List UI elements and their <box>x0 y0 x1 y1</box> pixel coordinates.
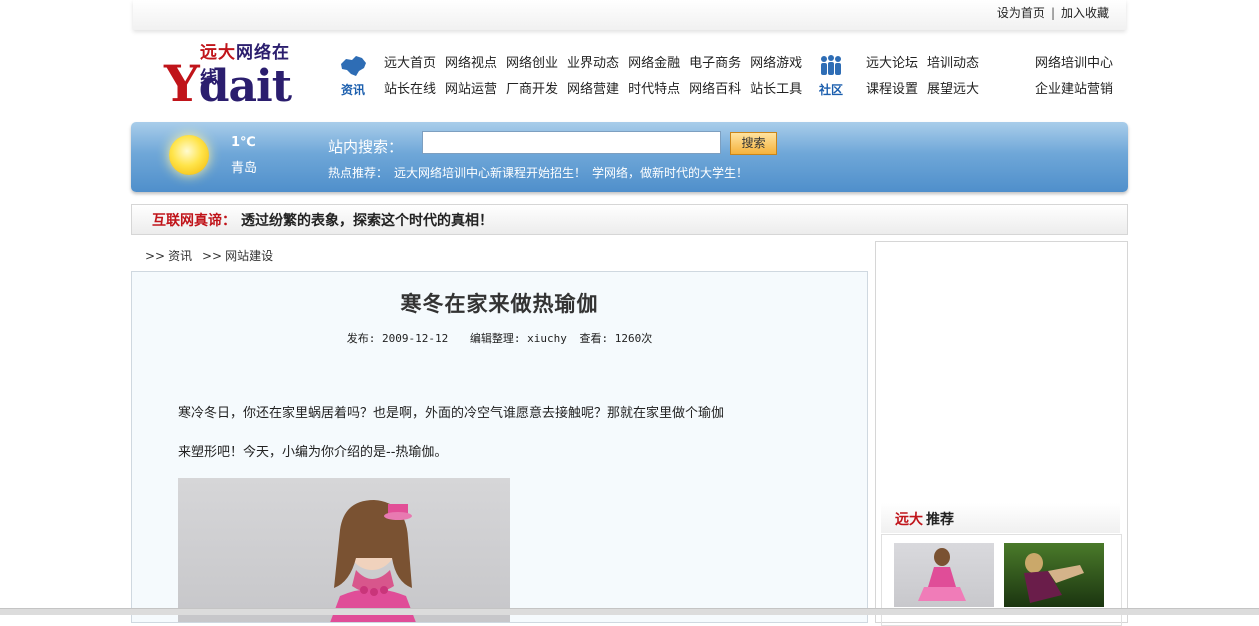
news-nav-link-r2-2[interactable]: 厂商开发 <box>506 78 558 97</box>
community-nav-links: 远大论坛 培训动态 课程设置 展望远大 <box>866 52 988 104</box>
top-bar: 设为首页 | 加入收藏 <box>133 0 1126 30</box>
site-logo[interactable]: 远大网络在线 Ydait <box>164 38 304 113</box>
news-nav-link-r2-1[interactable]: 网站运营 <box>445 78 497 97</box>
news-nav-label: 资讯 <box>340 83 365 97</box>
set-home-link[interactable]: 设为首页 <box>997 6 1045 20</box>
news-nav-link-r1-6[interactable]: 网络游戏 <box>750 52 802 71</box>
training-center-link[interactable]: 网络培训中心 <box>1035 52 1113 78</box>
hot-label: 热点推荐： <box>328 166 389 180</box>
news-nav-link-r1-1[interactable]: 网络视点 <box>445 52 497 71</box>
article-panel: 寒冬在家来做热瑜伽 发布: 2009-12-12 编辑整理: xiuchy 查看… <box>131 271 868 623</box>
sunny-weather-icon <box>169 135 209 175</box>
green-background-thumb-image <box>1024 553 1084 603</box>
recommend-heading-label: 推荐 <box>926 512 954 528</box>
search-label: 站内搜索： <box>328 138 404 156</box>
people-group-icon <box>821 55 841 75</box>
yoga-woman-image <box>330 500 416 622</box>
community-nav-link-r1-0[interactable]: 远大论坛 <box>866 52 918 71</box>
community-nav-icon[interactable]: 社区 <box>811 54 851 98</box>
news-nav-link-r2-6[interactable]: 站长工具 <box>750 78 802 97</box>
breadcrumb-item-website[interactable]: 网站建设 <box>225 249 273 263</box>
article-editor: 编辑整理: xiuchy <box>469 332 567 345</box>
slogan-lead: 互联网真谛： <box>152 213 236 229</box>
breadcrumb-arrow: >> <box>145 249 166 263</box>
news-nav-link-r1-4[interactable]: 网络金融 <box>628 52 680 71</box>
recommend-thumb-2[interactable] <box>1004 543 1104 607</box>
community-nav-link-r2-0[interactable]: 课程设置 <box>866 78 918 97</box>
top-links-separator: | <box>1050 6 1055 20</box>
news-nav-icon[interactable]: 资讯 <box>333 54 373 98</box>
article-paragraph-2: 来塑形吧！今天，小编为你介绍的是--热瑜伽。 <box>178 445 448 460</box>
weather-city: 青岛 <box>231 161 258 176</box>
article-views: 查看: 1260次 <box>579 332 653 345</box>
news-nav-links: 远大首页 网络视点 网络创业 业界动态 网络金融 电子商务 网络游戏 站长在线 网站运营 厂商开… <box>384 52 811 104</box>
page: 设为首页 | 加入收藏 远大网络在线 Ydait 资讯 远大首页 网络视点 网络创业 业界… <box>131 0 1128 626</box>
breadcrumb-arrow: >> <box>201 249 223 263</box>
bookmark-link[interactable]: 加入收藏 <box>1061 6 1109 20</box>
news-nav-row-1: 远大首页 网络视点 网络创业 业界动态 网络金融 电子商务 网络游戏 <box>384 52 811 78</box>
community-nav-link-r1-1[interactable]: 培训动态 <box>927 52 979 71</box>
article-published: 发布: 2009-12-12 <box>346 332 449 345</box>
news-nav-link-r1-0[interactable]: 远大首页 <box>384 52 436 71</box>
hot-recommendations: 热点推荐： 远大网络培训中心新课程开始招生！ 学网络，做新时代的大学生！ <box>328 164 754 181</box>
article-paragraph-1: 寒冷冬日，你还在家里蜗居着吗？也是啊，外面的冷空气谁愿意去接触呢？那就在家里做个… <box>178 406 725 421</box>
breadcrumb: >> 资讯 >> 网站建设 <box>145 247 273 264</box>
community-nav-label: 社区 <box>818 83 843 97</box>
hot-link-1[interactable]: 远大网络培训中心新课程开始招生！ <box>394 166 586 180</box>
search-weather-band: 1℃ 青岛 站内搜索： 搜索 热点推荐： 远大网络培训中心新课程开始招生！ 学网络，… <box>131 122 1128 192</box>
weather-temperature: 1℃ <box>231 135 256 150</box>
site-search-input[interactable] <box>422 131 721 154</box>
pink-dress-thumb-image <box>918 548 966 601</box>
top-links: 设为首页 | 加入收藏 <box>997 4 1109 21</box>
recommend-thumb-1[interactable] <box>894 543 994 607</box>
community-nav-link-r2-1[interactable]: 展望远大 <box>927 78 979 97</box>
community-nav-row-1: 远大论坛 培训动态 <box>866 52 988 78</box>
article-meta: 发布: 2009-12-12 编辑整理: xiuchy 查看: 1260次 <box>132 330 867 346</box>
search-button[interactable]: 搜索 <box>730 132 777 155</box>
enterprise-marketing-link[interactable]: 企业建站营销 <box>1035 78 1113 104</box>
news-nav-link-r2-4[interactable]: 时代特点 <box>628 78 680 97</box>
recommend-heading-brand: 远大 <box>895 512 923 528</box>
article-photo <box>178 478 510 622</box>
slogan-text: 透过纷繁的表象，探索这个时代的真相！ <box>241 213 493 229</box>
news-nav-link-r1-2[interactable]: 网络创业 <box>506 52 558 71</box>
logo-english-text: Ydait <box>164 54 292 113</box>
logo-en-first: Y <box>164 54 200 113</box>
article-title: 寒冬在家来做热瑜伽 <box>400 291 599 316</box>
news-nav-link-r2-0[interactable]: 站长在线 <box>384 78 436 97</box>
recommend-heading: 远大 推荐 <box>881 503 1120 533</box>
china-map-icon <box>341 56 366 76</box>
right-nav-links: 网络培训中心 企业建站营销 <box>1035 52 1113 104</box>
sidebar: 远大 推荐 <box>875 241 1128 626</box>
news-nav-row-2: 站长在线 网站运营 厂商开发 网络营建 时代特点 网络百科 站长工具 <box>384 78 811 104</box>
breadcrumb-item-news[interactable]: 资讯 <box>168 249 192 263</box>
news-nav-link-r1-5[interactable]: 电子商务 <box>689 52 741 71</box>
news-nav-link-r1-3[interactable]: 业界动态 <box>567 52 619 71</box>
slogan-bar: 互联网真谛： 透过纷繁的表象，探索这个时代的真相！ <box>131 204 1128 235</box>
logo-en-rest: dait <box>198 61 292 112</box>
community-nav-row-2: 课程设置 展望远大 <box>866 78 988 104</box>
news-nav-link-r2-3[interactable]: 网络营建 <box>567 78 619 97</box>
hot-link-2[interactable]: 学网络，做新时代的大学生！ <box>592 166 748 180</box>
news-nav-link-r2-5[interactable]: 网络百科 <box>689 78 741 97</box>
